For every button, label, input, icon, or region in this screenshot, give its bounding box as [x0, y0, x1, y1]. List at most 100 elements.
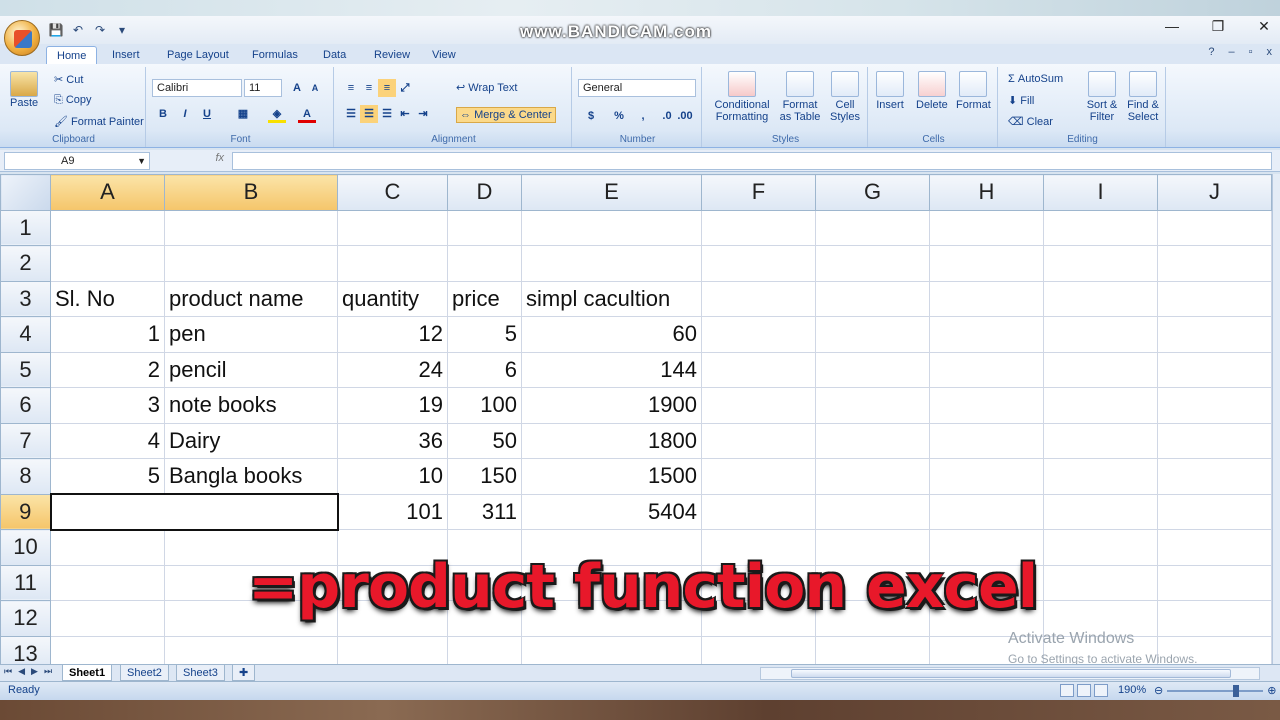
tab-home[interactable]: Home	[46, 46, 98, 64]
page-layout-view-icon[interactable]	[1077, 684, 1091, 697]
page-break-view-icon[interactable]	[1094, 684, 1108, 697]
cell[interactable]	[929, 422, 1044, 459]
column-header[interactable]: B	[164, 174, 338, 211]
cell[interactable]	[1157, 529, 1272, 566]
tab-insert[interactable]: Insert	[102, 46, 150, 64]
delete-cells-button[interactable]: Delete	[916, 71, 948, 111]
restore-button[interactable]: ❐	[1210, 18, 1226, 35]
cell[interactable]	[447, 245, 522, 282]
cell[interactable]	[701, 280, 816, 317]
underline-button[interactable]: U	[198, 105, 216, 123]
cell[interactable]: 24	[337, 351, 448, 388]
cell[interactable]	[701, 493, 816, 530]
cell[interactable]	[1157, 458, 1272, 495]
cell[interactable]	[1043, 280, 1158, 317]
horizontal-align-buttons[interactable]: ☰ ☰ ☰ ⇤ ⇥	[342, 105, 432, 123]
select-all-corner[interactable]	[0, 174, 51, 211]
help-icon[interactable]: ?	[1208, 46, 1214, 58]
cell[interactable]	[701, 209, 816, 246]
cell[interactable]	[521, 635, 702, 664]
first-sheet-icon[interactable]: ⏮	[4, 666, 12, 677]
cell[interactable]	[521, 245, 702, 282]
row-header[interactable]: 7	[0, 422, 51, 459]
cell[interactable]: 10	[337, 458, 448, 495]
column-header[interactable]: I	[1043, 174, 1158, 211]
tab-page-layout[interactable]: Page Layout	[157, 46, 239, 64]
cell[interactable]: 3	[50, 387, 165, 424]
cell[interactable]: 311	[447, 493, 522, 530]
cell[interactable]	[1157, 387, 1272, 424]
cell[interactable]	[815, 635, 930, 664]
currency-button[interactable]: $	[582, 107, 600, 125]
cell[interactable]	[50, 600, 165, 637]
cell[interactable]: 1500	[521, 458, 702, 495]
doc-restore-icon[interactable]: ▫	[1249, 46, 1253, 58]
zoom-knob[interactable]	[1233, 684, 1240, 697]
percent-button[interactable]: %	[610, 107, 628, 125]
zoom-track[interactable]	[1167, 684, 1264, 697]
cell[interactable]	[701, 422, 816, 459]
row-header[interactable]: 11	[0, 564, 51, 601]
cell[interactable]: 2	[50, 351, 165, 388]
cell[interactable]: price	[447, 280, 522, 317]
prev-sheet-icon[interactable]: ◀	[18, 666, 25, 677]
autosum-button[interactable]: Σ AutoSum	[1008, 73, 1063, 85]
zoom-out-icon[interactable]: ⊖	[1154, 684, 1163, 697]
insert-sheet-icon[interactable]: ✚	[232, 665, 256, 681]
column-header[interactable]: A	[50, 174, 165, 211]
cell[interactable]	[1043, 209, 1158, 246]
cell[interactable]: quantity	[337, 280, 448, 317]
office-button[interactable]	[4, 20, 40, 56]
cell[interactable]	[1157, 493, 1272, 530]
number-format-select[interactable]: General	[578, 79, 696, 97]
last-sheet-icon[interactable]: ⏭	[44, 666, 52, 677]
cell[interactable]	[815, 245, 930, 282]
cell[interactable]	[815, 493, 930, 530]
cell[interactable]	[929, 351, 1044, 388]
cell[interactable]	[50, 245, 165, 282]
row-header[interactable]: 1	[0, 209, 51, 246]
cell[interactable]	[50, 635, 165, 664]
cell[interactable]	[1157, 245, 1272, 282]
cell[interactable]	[1043, 245, 1158, 282]
cell[interactable]	[337, 245, 448, 282]
cell[interactable]: 1900	[521, 387, 702, 424]
fill-color-button[interactable]: ◈	[268, 105, 286, 123]
cell[interactable]	[701, 635, 816, 664]
cell[interactable]	[815, 387, 930, 424]
borders-button[interactable]: ▦	[234, 105, 252, 123]
cell[interactable]: note books	[164, 387, 338, 424]
cell-styles-button[interactable]: Cell Styles	[826, 71, 864, 123]
next-sheet-icon[interactable]: ▶	[31, 666, 38, 677]
customize-qat-icon[interactable]: ▾	[114, 22, 130, 38]
cell[interactable]: Dairy	[164, 422, 338, 459]
cell[interactable]: 1	[50, 316, 165, 353]
cell[interactable]	[815, 280, 930, 317]
cell[interactable]	[815, 209, 930, 246]
font-family-select[interactable]: Calibri	[152, 79, 242, 97]
redo-icon[interactable]: ↷	[92, 22, 108, 38]
cell[interactable]	[50, 209, 165, 246]
row-header[interactable]: 10	[0, 529, 51, 566]
cell[interactable]	[815, 316, 930, 353]
format-painter-button[interactable]: 🖌 Format Painter	[54, 115, 144, 128]
cell[interactable]	[929, 280, 1044, 317]
cell[interactable]	[929, 493, 1044, 530]
cell[interactable]: product name	[164, 280, 338, 317]
row-header[interactable]: 3	[0, 280, 51, 317]
cell[interactable]: 100	[447, 387, 522, 424]
row-header[interactable]: 12	[0, 600, 51, 637]
font-color-button[interactable]: A	[298, 105, 316, 123]
italic-button[interactable]: I	[176, 105, 194, 123]
cell[interactable]	[1157, 564, 1272, 601]
cell[interactable]	[50, 564, 165, 601]
comma-button[interactable]: ,	[634, 107, 652, 125]
cell[interactable]	[1157, 316, 1272, 353]
vertical-align-buttons[interactable]: ≡ ≡ ≡ ⤢	[342, 79, 414, 97]
tab-review[interactable]: Review	[364, 46, 420, 64]
fill-button[interactable]: ⬇ Fill	[1008, 94, 1034, 107]
cell[interactable]	[701, 245, 816, 282]
cell[interactable]: 101	[337, 493, 448, 530]
cell[interactable]	[701, 458, 816, 495]
cell[interactable]: pen	[164, 316, 338, 353]
